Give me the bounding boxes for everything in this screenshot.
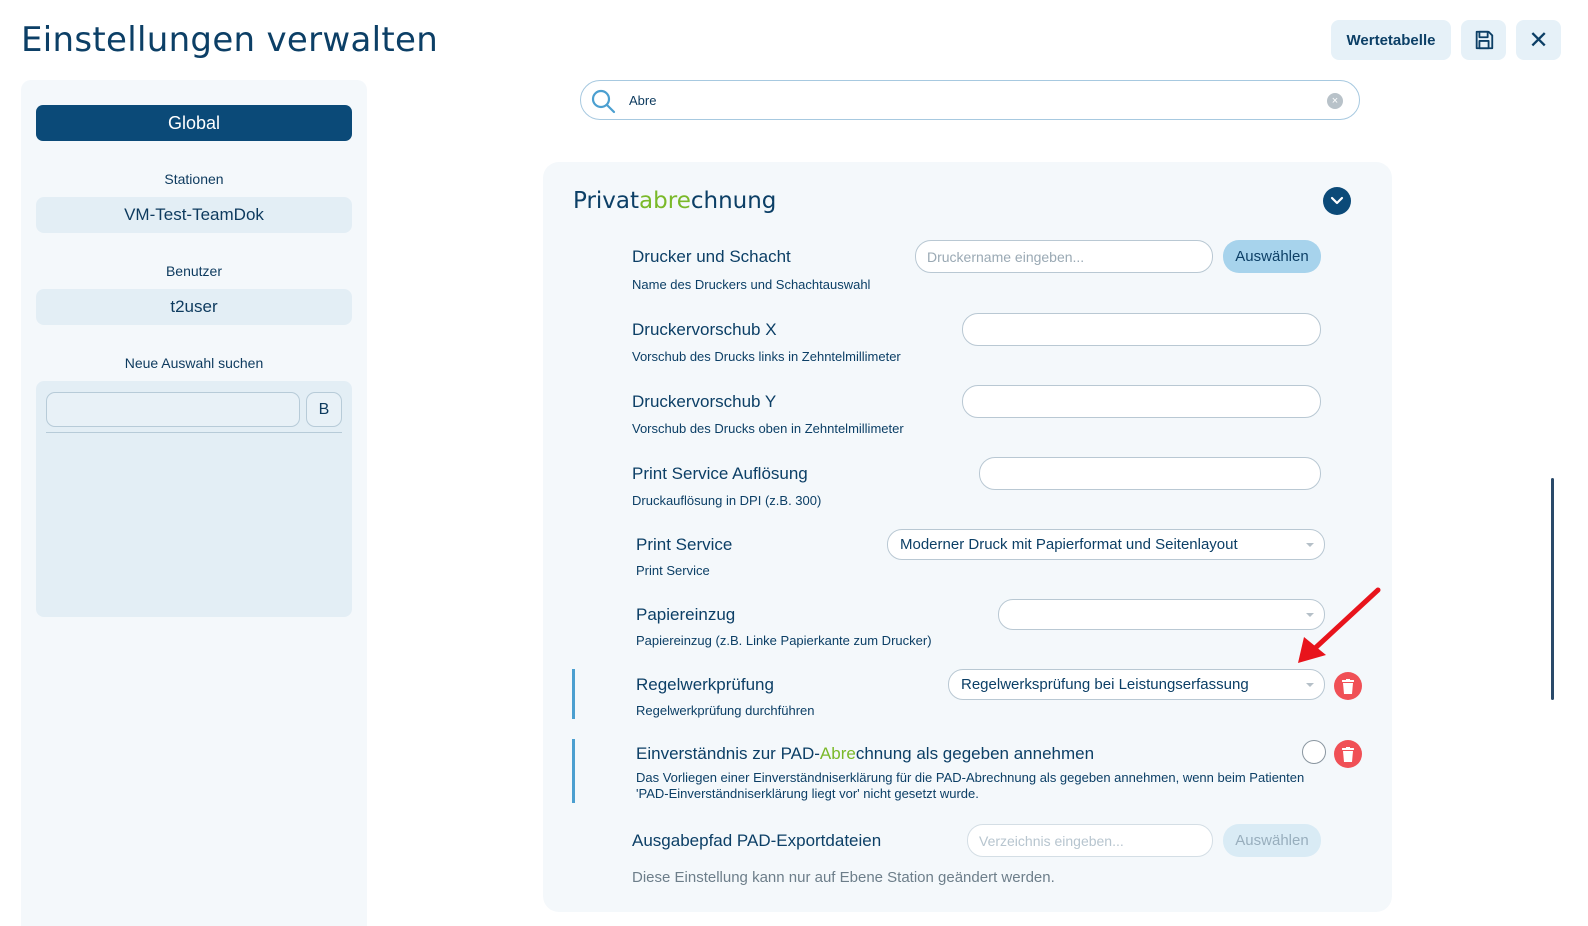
setting-desc: Papiereinzug (z.B. Linke Papierkante zum… bbox=[636, 633, 932, 648]
global-button[interactable]: Global bbox=[36, 105, 352, 141]
setting-title: Regelwerkprüfung bbox=[636, 675, 774, 694]
feed-x-input[interactable] bbox=[962, 313, 1321, 346]
users-label: Benutzer bbox=[165, 263, 223, 279]
resolution-input[interactable] bbox=[979, 457, 1321, 490]
setting-title: Drucker und Schacht bbox=[632, 247, 791, 266]
annotation-arrow-icon bbox=[1298, 587, 1381, 663]
setting-title: Papiereinzug bbox=[636, 605, 736, 624]
consent-checkbox[interactable] bbox=[1302, 740, 1326, 764]
sidebar: Global Stationen VM-Test-TeamDok Benutze… bbox=[21, 80, 367, 926]
close-icon: ✕ bbox=[1528, 26, 1549, 54]
rule-check-select[interactable]: Regelwerksprüfung bei Leistungserfassung bbox=[948, 669, 1325, 700]
chevron-down-icon bbox=[1330, 196, 1344, 205]
setting-desc: Name des Druckers und Schachtauswahl bbox=[632, 277, 871, 292]
print-service-select[interactable]: Moderner Druck mit Papierformat und Seit… bbox=[887, 529, 1325, 560]
dropdown-caret-icon bbox=[1306, 543, 1314, 547]
search-value: Abre bbox=[629, 93, 657, 108]
dropdown-caret-icon bbox=[1306, 683, 1314, 687]
select-printer-button[interactable]: Auswählen bbox=[1223, 240, 1321, 273]
setting-desc: Vorschub des Drucks links in Zehntelmill… bbox=[632, 349, 901, 364]
setting-title: Einverständnis zur PAD-Abrechnung als ge… bbox=[636, 744, 1095, 763]
setting-title: Print Service Auflösung bbox=[632, 464, 808, 483]
stations-label: Stationen bbox=[164, 171, 224, 187]
trash-icon bbox=[1342, 678, 1354, 694]
setting-title: Print Service bbox=[636, 535, 733, 554]
feed-y-input[interactable] bbox=[962, 385, 1321, 418]
trash-icon bbox=[1342, 746, 1354, 762]
selection-search-panel: B bbox=[36, 381, 352, 617]
close-button[interactable]: ✕ bbox=[1516, 20, 1561, 60]
station-level-note: Diese Einstellung kann nur auf Ebene Sta… bbox=[632, 869, 1055, 886]
delete-button[interactable] bbox=[1334, 672, 1362, 700]
clear-search-icon[interactable]: × bbox=[1327, 93, 1343, 109]
modified-marker bbox=[572, 739, 575, 803]
scrollbar-thumb[interactable] bbox=[1551, 478, 1554, 700]
select-value: Regelwerksprüfung bei Leistungserfassung bbox=[961, 676, 1249, 693]
save-button[interactable] bbox=[1461, 20, 1506, 60]
collapse-button[interactable] bbox=[1323, 187, 1351, 215]
b-button[interactable]: B bbox=[306, 392, 342, 427]
setting-title: Druckervorschub X bbox=[632, 320, 777, 339]
section-privatabrechnung: Privatabrechnung Drucker und Schacht Nam… bbox=[543, 162, 1392, 912]
export-path-input[interactable]: Verzeichnis eingeben... bbox=[967, 824, 1213, 857]
setting-desc: Das Vorliegen einer Einverständniserklär… bbox=[636, 770, 1305, 801]
page-title: Einstellungen verwalten bbox=[21, 20, 439, 60]
selection-search-input[interactable] bbox=[46, 392, 300, 427]
save-icon bbox=[1475, 30, 1493, 50]
divider bbox=[46, 432, 342, 433]
user-item[interactable]: t2user bbox=[36, 289, 352, 325]
select-value: Moderner Druck mit Papierformat und Seit… bbox=[900, 536, 1238, 553]
settings-search-input[interactable]: Abre × bbox=[580, 80, 1360, 120]
delete-button[interactable] bbox=[1334, 740, 1362, 768]
new-selection-label: Neue Auswahl suchen bbox=[124, 355, 264, 371]
search-icon bbox=[591, 89, 616, 114]
setting-desc: Print Service bbox=[636, 563, 710, 578]
setting-desc: Druckauflösung in DPI (z.B. 300) bbox=[632, 493, 822, 508]
paper-feed-select[interactable] bbox=[998, 599, 1325, 630]
printer-name-input[interactable]: Druckername eingeben... bbox=[915, 240, 1213, 273]
setting-title: Ausgabepfad PAD-Exportdateien bbox=[632, 831, 882, 850]
setting-title: Druckervorschub Y bbox=[632, 392, 777, 411]
value-table-button[interactable]: Wertetabelle bbox=[1331, 20, 1451, 60]
station-item[interactable]: VM-Test-TeamDok bbox=[36, 197, 352, 233]
modified-marker bbox=[572, 669, 575, 719]
setting-desc: Regelwerkprüfung durchführen bbox=[636, 703, 815, 718]
section-title: Privatabrechnung bbox=[573, 188, 777, 214]
select-directory-button[interactable]: Auswählen bbox=[1223, 824, 1321, 857]
setting-desc: Vorschub des Drucks oben in Zehntelmilli… bbox=[632, 421, 904, 436]
